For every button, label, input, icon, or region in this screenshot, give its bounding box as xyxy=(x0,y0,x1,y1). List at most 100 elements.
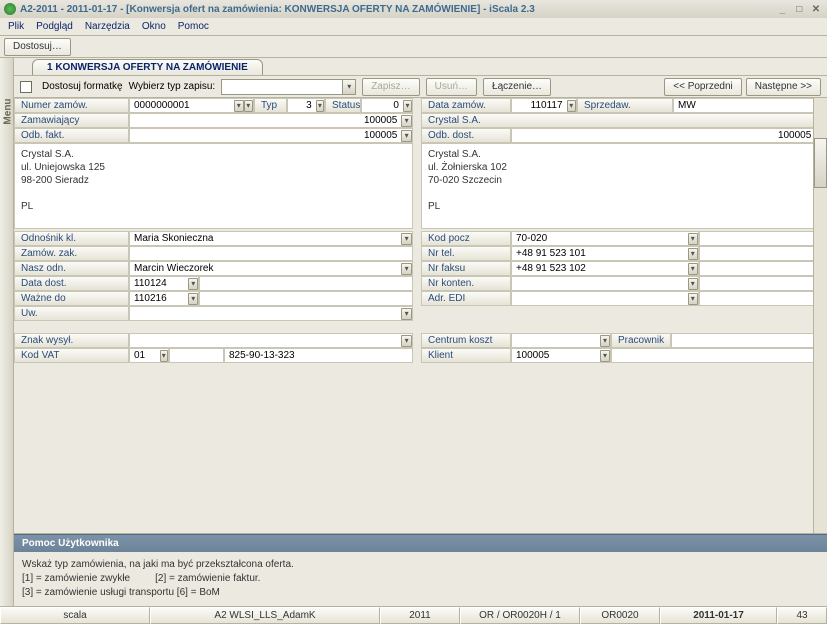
chevron-down-icon[interactable]: ▾ xyxy=(401,335,412,347)
nasz-odn-label: Nasz odn. xyxy=(14,261,129,276)
wazne-do-label: Ważne do xyxy=(14,291,129,306)
status-user: A2 WLSI_LLS_AdamK xyxy=(150,607,380,624)
calendar-icon[interactable]: ▾ xyxy=(567,100,576,112)
status-num: 43 xyxy=(777,607,827,624)
status-scala: scala xyxy=(0,607,150,624)
adr-edi-field[interactable]: ▾ xyxy=(511,291,699,306)
chevron-down-icon[interactable]: ▾ xyxy=(401,263,412,275)
zamow-zak-field[interactable] xyxy=(129,246,413,261)
nr-tel-field[interactable]: ▾ xyxy=(511,246,699,261)
address-left: Crystal S.A. ul. Uniejowska 125 98-200 S… xyxy=(14,143,413,229)
status-year: 2011 xyxy=(380,607,460,624)
vertical-scrollbar[interactable] xyxy=(813,98,827,533)
tab-konwersja[interactable]: 1 KONWERSJA OFERTY NA ZAMÓWIENIE xyxy=(32,59,263,75)
chevron-down-icon[interactable]: ▾ xyxy=(688,263,698,275)
chevron-down-icon[interactable]: ▾ xyxy=(600,335,610,347)
status-field[interactable]: ▾ xyxy=(361,98,413,113)
odb-fakt-label: Odb. fakt. xyxy=(14,128,129,143)
kod-pocz-field[interactable]: ▾ xyxy=(511,231,699,246)
centrum-label: Centrum koszt xyxy=(421,333,511,348)
poprzedni-button[interactable]: << Poprzedni xyxy=(664,78,742,96)
uw-field[interactable]: ▾ xyxy=(129,306,413,321)
chevron-down-icon[interactable]: ▾ xyxy=(160,350,168,362)
help-header: Pomoc Użytkownika xyxy=(14,534,827,552)
crystal-label: Crystal S.A. xyxy=(421,113,827,128)
nr-tel-label: Nr tel. xyxy=(421,246,511,261)
menu-pomoc[interactable]: Pomoc xyxy=(178,21,209,32)
nr-konten-field[interactable]: ▾ xyxy=(511,276,699,291)
chevron-down-icon[interactable]: ▾ xyxy=(688,293,698,305)
numer-zamow-field[interactable]: ▾▾ xyxy=(129,98,254,113)
odnosnik-label: Odnośnik kl. xyxy=(14,231,129,246)
typ-field[interactable]: ▾ xyxy=(287,98,325,113)
odb-dost-field[interactable]: ▾ xyxy=(511,128,827,143)
status-form: OR0020 xyxy=(580,607,660,624)
nasz-odn-field[interactable]: ▾ xyxy=(129,261,413,276)
chevron-down-icon[interactable]: ▾ xyxy=(600,350,610,362)
nr-faksu-field[interactable]: ▾ xyxy=(511,261,699,276)
klient-label: Klient xyxy=(421,348,511,363)
nr-faksu-label: Nr faksu xyxy=(421,261,511,276)
chevron-down-icon[interactable]: ▾ xyxy=(401,130,412,142)
data-zamow-label: Data zamów. xyxy=(421,98,511,113)
nastepne-button[interactable]: Następne >> xyxy=(746,78,821,96)
status-date: 2011-01-17 xyxy=(660,607,777,624)
usun-button[interactable]: Usuń… xyxy=(426,78,477,96)
chevron-down-icon[interactable]: ▾ xyxy=(688,248,698,260)
close-icon[interactable]: ✕ xyxy=(809,4,823,15)
odb-fakt-field[interactable]: ▾ xyxy=(129,128,413,143)
zamow-zak-label: Zamów. zak. xyxy=(14,246,129,261)
laczenie-button[interactable]: Łączenie… xyxy=(483,78,551,96)
menu-plik[interactable]: Plik xyxy=(8,21,24,32)
kod-vat-field[interactable]: ▾ xyxy=(129,348,169,363)
chevron-down-icon[interactable]: ▾ xyxy=(234,100,244,112)
chevron-down-icon[interactable]: ▾ xyxy=(401,308,412,320)
side-menu-label: Menu xyxy=(3,94,14,130)
chevron-down-icon[interactable]: ▾ xyxy=(688,278,698,290)
kod-vat-full-field[interactable] xyxy=(224,348,413,363)
address-right: Crystal S.A. ul. Żołnierska 102 70-020 S… xyxy=(421,143,827,229)
wazne-do-field[interactable]: ▾ xyxy=(129,291,199,306)
dostosuj-formatke-checkbox[interactable] xyxy=(20,81,32,93)
chevron-down-icon[interactable]: ▾ xyxy=(401,115,412,127)
typ-label: Typ xyxy=(254,98,287,113)
dostosuj-button[interactable]: Dostosuj… xyxy=(4,38,71,56)
nr-konten-label: Nr konten. xyxy=(421,276,511,291)
maximize-icon[interactable]: □ xyxy=(792,4,806,15)
calendar-icon[interactable]: ▾ xyxy=(188,278,198,290)
znak-wysyl-label: Znak wysył. xyxy=(14,333,129,348)
centrum-field[interactable]: ▾ xyxy=(511,333,611,348)
chevron-down-icon[interactable]: ▾ xyxy=(401,233,412,245)
odnosnik-field[interactable]: ▾ xyxy=(129,231,413,246)
side-menu[interactable]: Menu xyxy=(0,58,14,606)
chevron-down-icon[interactable]: ▾ xyxy=(342,80,355,94)
chevron-down-icon[interactable]: ▾ xyxy=(316,100,324,112)
numer-zamow-label: Numer zamów. xyxy=(14,98,129,113)
adr-edi-label: Adr. EDI xyxy=(421,291,511,306)
data-dost-label: Data dost. xyxy=(14,276,129,291)
klient-field[interactable]: ▾ xyxy=(511,348,611,363)
zapisz-button[interactable]: Zapisz… xyxy=(362,78,419,96)
statusbar: scala A2 WLSI_LLS_AdamK 2011 OR / OR0020… xyxy=(0,606,827,624)
data-zamow-field[interactable]: ▾ xyxy=(511,98,577,113)
save-type-combo[interactable]: ▾ xyxy=(221,79,356,95)
zamawiajacy-label: Zamawiający xyxy=(14,113,129,128)
menu-okno[interactable]: Okno xyxy=(142,21,166,32)
menu-podglad[interactable]: Podgląd xyxy=(36,21,73,32)
calendar-icon[interactable]: ▾ xyxy=(188,293,198,305)
chevron-down-icon[interactable]: ▾ xyxy=(403,100,412,112)
wybierz-label: Wybierz typ zapisu: xyxy=(129,81,216,92)
minimize-icon[interactable]: _ xyxy=(775,4,789,15)
window-title: A2-2011 - 2011-01-17 - [Konwersja ofert … xyxy=(20,4,535,15)
zamawiajacy-field[interactable]: ▾ xyxy=(129,113,413,128)
znak-wysyl-field[interactable]: ▾ xyxy=(129,333,413,348)
menu-narzedzia[interactable]: Narzędzia xyxy=(85,21,130,32)
sprzedaw-label: Sprzedaw. xyxy=(577,98,673,113)
sprzedaw-field[interactable]: ▾ xyxy=(673,98,827,113)
chevron-down-icon[interactable]: ▾ xyxy=(244,100,254,112)
pracownik-label: Pracownik xyxy=(611,333,671,348)
pracownik-field[interactable]: ▾ xyxy=(671,333,827,348)
status-label: Status xyxy=(325,98,361,113)
chevron-down-icon[interactable]: ▾ xyxy=(688,233,698,245)
data-dost-field[interactable]: ▾ xyxy=(129,276,199,291)
